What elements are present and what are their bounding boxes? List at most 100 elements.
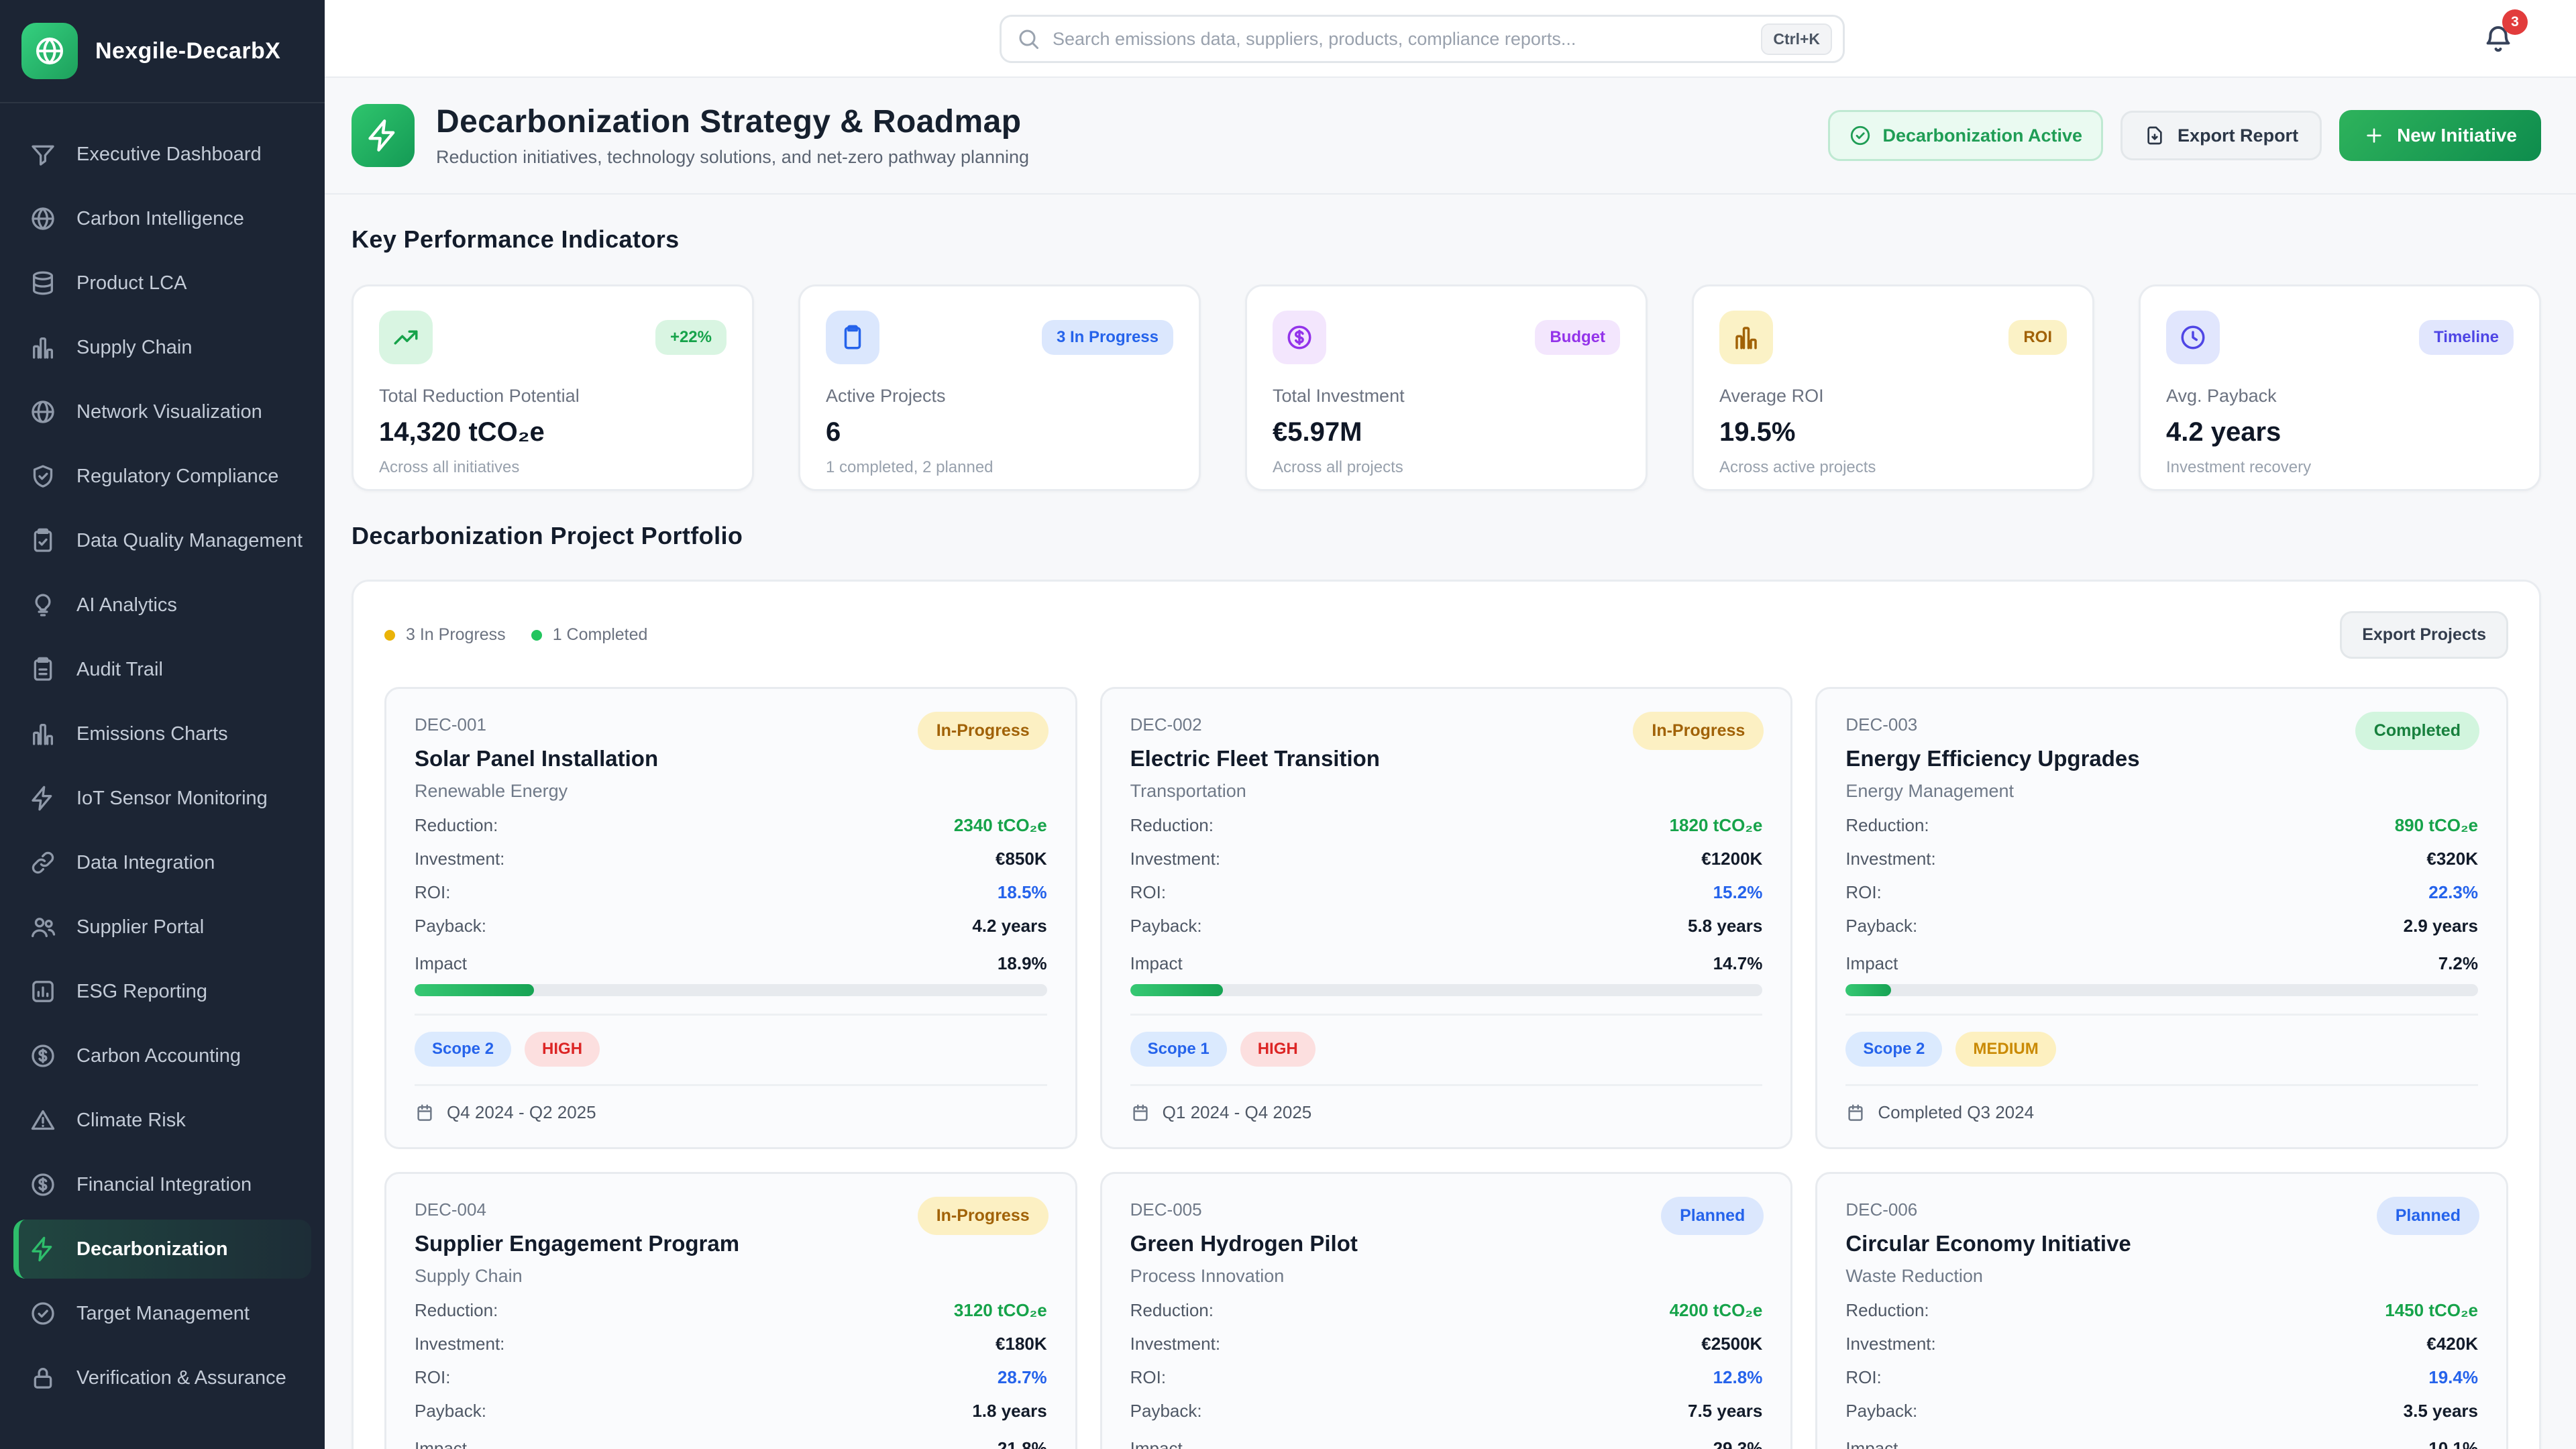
divider: [415, 1014, 1047, 1016]
kpi-card: TimelineAvg. Payback4.2 yearsInvestment …: [2139, 284, 2541, 491]
kpi-label: Total Reduction Potential: [379, 386, 727, 407]
project-tag: HIGH: [1240, 1032, 1316, 1067]
sidebar-item-executive-dashboard[interactable]: Executive Dashboard: [13, 125, 311, 184]
metric-label: ROI:: [415, 1367, 450, 1387]
sidebar-item-carbon-accounting[interactable]: Carbon Accounting: [13, 1026, 311, 1085]
sidebar: Nexgile-DecarbX Executive DashboardCarbo…: [0, 0, 325, 1449]
metric-row: ROI:22.3%: [1845, 882, 2478, 902]
page-title: Decarbonization Strategy & Roadmap: [436, 103, 1029, 140]
sidebar-item-label: Regulatory Compliance: [76, 466, 278, 488]
sidebar-item-data-integration[interactable]: Data Integration: [13, 833, 311, 892]
impact-label: Impact: [415, 1438, 467, 1449]
metric-row: ROI:28.7%: [415, 1367, 1047, 1387]
metric-value: 12.8%: [1713, 1367, 1763, 1387]
portfolio-heading: Decarbonization Project Portfolio: [352, 522, 2541, 550]
impact-label: Impact: [1845, 953, 1898, 973]
metric-row: Payback:4.2 years: [415, 916, 1047, 936]
project-card-dec-004[interactable]: DEC-004In-ProgressSupplier Engagement Pr…: [384, 1172, 1077, 1449]
users-icon: [30, 914, 56, 941]
impact-label: Impact: [1130, 1438, 1183, 1449]
kpi-card-top: 3 In Progress: [826, 311, 1173, 364]
shield-check-icon: [30, 463, 56, 490]
sidebar-item-esg-reporting[interactable]: ESG Reporting: [13, 962, 311, 1021]
calendar-icon: [415, 1103, 435, 1123]
impact-row: Impact18.9%: [415, 953, 1047, 973]
divider: [1845, 1084, 2478, 1086]
sidebar-item-financial-integration[interactable]: Financial Integration: [13, 1155, 311, 1214]
kpi-badge: +22%: [655, 320, 727, 355]
search-icon: [1016, 27, 1040, 51]
sidebar-item-audit-trail[interactable]: Audit Trail: [13, 640, 311, 699]
sidebar-item-emissions-charts[interactable]: Emissions Charts: [13, 704, 311, 763]
divider: [415, 1084, 1047, 1086]
sidebar-item-decarbonization[interactable]: Decarbonization: [13, 1220, 311, 1279]
impact-value: 21.8%: [998, 1438, 1047, 1449]
metric-value: 890 tCO₂e: [2395, 815, 2478, 835]
plus-icon: [2363, 125, 2385, 146]
project-card-dec-001[interactable]: DEC-001In-ProgressSolar Panel Installati…: [384, 687, 1077, 1149]
project-status-badge: In-Progress: [1633, 712, 1764, 750]
page-header-actions: Decarbonization Active Export Report New…: [1828, 110, 2541, 161]
dollar-circle-icon: [30, 1042, 56, 1069]
metric-label: ROI:: [1130, 1367, 1166, 1387]
sidebar-item-label: Product LCA: [76, 272, 186, 294]
impact-row: Impact14.7%: [1130, 953, 1763, 973]
sidebar-item-supply-chain[interactable]: Supply Chain: [13, 318, 311, 377]
project-category: Renewable Energy: [415, 781, 1047, 802]
search-input[interactable]: [1053, 29, 1749, 50]
metric-row: Payback:5.8 years: [1130, 916, 1763, 936]
sidebar-item-target-management[interactable]: Target Management: [13, 1284, 311, 1343]
sidebar-item-product-lca[interactable]: Product LCA: [13, 254, 311, 313]
project-timeline-label: Q1 2024 - Q4 2025: [1163, 1102, 1312, 1123]
sidebar-item-carbon-intelligence[interactable]: Carbon Intelligence: [13, 189, 311, 248]
metric-value: 1450 tCO₂e: [2385, 1300, 2478, 1320]
project-status-badge: Planned: [2377, 1197, 2479, 1235]
sidebar-item-iot-sensor-monitoring[interactable]: IoT Sensor Monitoring: [13, 769, 311, 828]
metric-label: Payback:: [1130, 1401, 1202, 1421]
project-card-dec-003[interactable]: DEC-003CompletedEnergy Efficiency Upgrad…: [1815, 687, 2508, 1149]
sidebar-item-regulatory-compliance[interactable]: Regulatory Compliance: [13, 447, 311, 506]
sidebar-item-ai-analytics[interactable]: AI Analytics: [13, 576, 311, 635]
project-card-dec-002[interactable]: DEC-002In-ProgressElectric Fleet Transit…: [1100, 687, 1793, 1149]
project-name: Circular Economy Initiative: [1845, 1231, 2478, 1256]
global-search[interactable]: Ctrl+K: [1000, 15, 1845, 63]
impact-value: 18.9%: [998, 953, 1047, 973]
notifications-button[interactable]: 3: [2482, 23, 2514, 55]
impact-progress-fill: [1845, 984, 1891, 996]
project-tag: HIGH: [525, 1032, 600, 1067]
kpi-card: BudgetTotal Investment€5.97MAcross all p…: [1245, 284, 1648, 491]
sidebar-nav: Executive Dashboard Carbon Intelligence Pr…: [0, 103, 325, 1426]
kpi-heading: Key Performance Indicators: [352, 225, 2541, 254]
project-tag: Scope 2: [1845, 1032, 1942, 1067]
metric-value: 22.3%: [2428, 882, 2478, 902]
project-status-badge: Completed: [2355, 712, 2479, 750]
export-report-button[interactable]: Export Report: [2121, 111, 2322, 160]
sidebar-item-label: Executive Dashboard: [76, 144, 262, 166]
page-header-text: Decarbonization Strategy & Roadmap Reduc…: [436, 103, 1029, 168]
new-initiative-button[interactable]: New Initiative: [2339, 110, 2541, 161]
metric-row: Investment:€850K: [415, 849, 1047, 869]
sidebar-item-verification-assurance[interactable]: Verification & Assurance: [13, 1348, 311, 1407]
export-projects-button[interactable]: Export Projects: [2340, 611, 2508, 659]
metric-value: €180K: [996, 1334, 1047, 1354]
sidebar-item-climate-risk[interactable]: Climate Risk: [13, 1091, 311, 1150]
metric-row: Reduction:1820 tCO₂e: [1130, 815, 1763, 835]
decarbonization-active-pill: Decarbonization Active: [1828, 110, 2103, 161]
metric-label: Payback:: [1845, 1401, 1917, 1421]
sidebar-item-network-visualization[interactable]: Network Visualization: [13, 382, 311, 441]
project-tags: Scope 2MEDIUM: [1845, 1032, 2478, 1067]
metric-value: 2.9 years: [2404, 916, 2478, 936]
portfolio-toolbar: 3 In Progress1 Completed Export Projects: [384, 611, 2508, 659]
metric-row: Reduction:1450 tCO₂e: [1845, 1300, 2478, 1320]
sidebar-item-supplier-portal[interactable]: Supplier Portal: [13, 898, 311, 957]
dollar-circle-icon: [30, 1171, 56, 1198]
metric-row: ROI:19.4%: [1845, 1367, 2478, 1387]
project-card-dec-005[interactable]: DEC-005PlannedGreen Hydrogen PilotProces…: [1100, 1172, 1793, 1449]
impact-progress-fill: [1130, 984, 1224, 996]
sidebar-item-data-quality-management[interactable]: Data Quality Management: [13, 511, 311, 570]
project-card-dec-006[interactable]: DEC-006PlannedCircular Economy Initiativ…: [1815, 1172, 2508, 1449]
metric-label: Payback:: [1130, 916, 1202, 936]
database-icon: [30, 270, 56, 297]
sidebar-item-label: Carbon Accounting: [76, 1045, 241, 1067]
page-header-icon: [352, 104, 415, 167]
